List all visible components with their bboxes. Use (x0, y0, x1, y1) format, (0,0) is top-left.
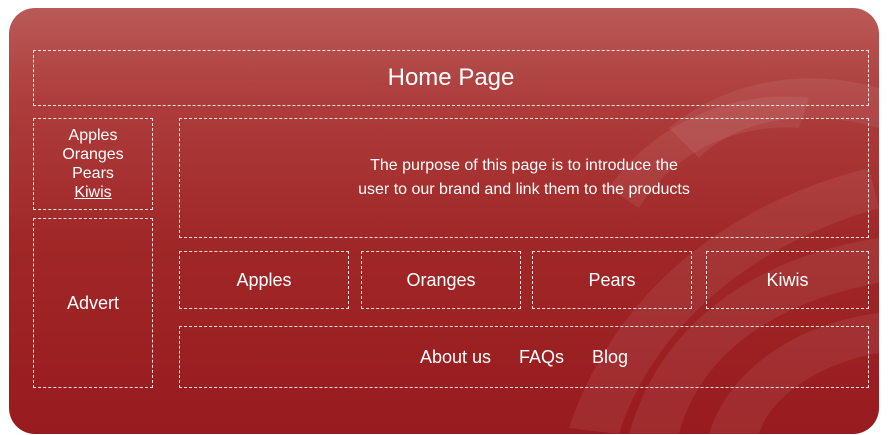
wireframe-panel: Home Page Apples Oranges Pears Kiwis Adv… (9, 8, 879, 434)
product-label-kiwis: Kiwis (766, 269, 809, 290)
footer-link-blog[interactable]: Blog (592, 347, 628, 368)
product-tile-apples[interactable]: Apples (179, 251, 349, 309)
page-title-box: Home Page (33, 50, 869, 106)
advert-label: Advert (66, 292, 120, 313)
footer-links-box: About us FAQs Blog (179, 326, 869, 388)
sidebar-item-oranges[interactable]: Oranges (62, 145, 123, 164)
product-tile-kiwis[interactable]: Kiwis (706, 251, 869, 309)
product-tile-pears[interactable]: Pears (532, 251, 692, 309)
page-title: Home Page (387, 64, 515, 91)
intro-box: The purpose of this page is to introduce… (179, 118, 869, 238)
sidebar-item-pears[interactable]: Pears (72, 164, 114, 183)
product-label-pears: Pears (588, 269, 636, 290)
advert-box[interactable]: Advert (33, 218, 153, 388)
product-label-oranges: Oranges (406, 269, 476, 290)
footer-link-about[interactable]: About us (420, 347, 491, 368)
intro-text: The purpose of this page is to introduce… (358, 157, 690, 198)
product-label-apples: Apples (236, 269, 292, 290)
sidebar-item-apples[interactable]: Apples (69, 126, 118, 145)
sidebar-product-list: Apples Oranges Pears Kiwis (33, 118, 153, 210)
product-tile-oranges[interactable]: Oranges (361, 251, 521, 309)
sidebar-item-kiwis[interactable]: Kiwis (74, 183, 111, 202)
footer-link-faqs[interactable]: FAQs (519, 347, 564, 368)
